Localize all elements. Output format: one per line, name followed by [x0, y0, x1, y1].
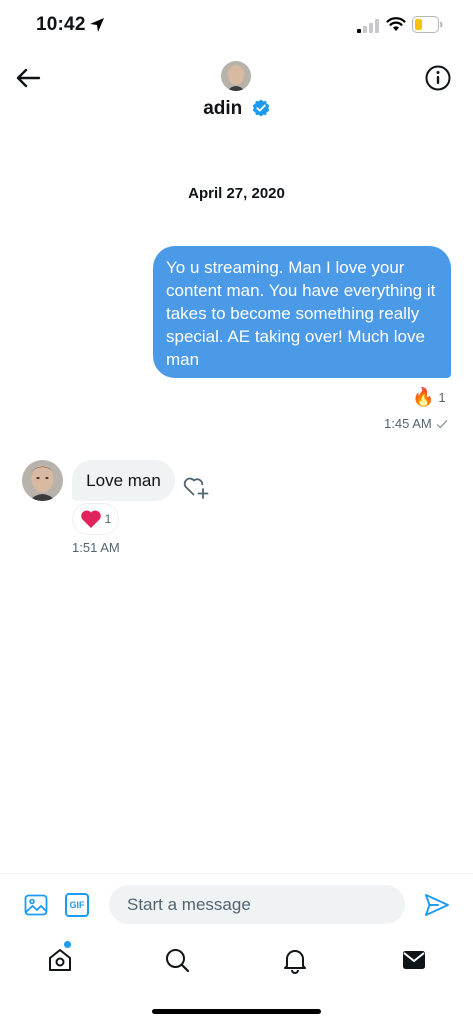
conversation-date: April 27, 2020: [188, 185, 285, 202]
timestamp-text: 1:45 AM: [384, 416, 432, 431]
message-timestamp: 1:45 AM: [384, 416, 448, 431]
contact-name: adin: [203, 98, 243, 119]
heart-reaction-icon: [80, 510, 101, 528]
status-time: 10:42: [36, 14, 86, 35]
header-avatar[interactable]: [221, 61, 251, 91]
cellular-signal-icon: [357, 19, 379, 33]
outgoing-message-bubble[interactable]: Yo u streaming. Man I love your content …: [153, 246, 451, 378]
back-arrow-icon[interactable]: [14, 64, 42, 92]
bell-icon[interactable]: [281, 946, 309, 974]
message-input[interactable]: [109, 885, 405, 924]
sender-avatar[interactable]: [22, 460, 63, 501]
message-timestamp: 1:51 AM: [72, 540, 120, 555]
battery-icon: [412, 16, 443, 33]
message-reaction[interactable]: 🔥 1: [412, 384, 446, 410]
status-bar: 10:42: [0, 0, 473, 52]
gif-button[interactable]: GIF: [65, 893, 89, 917]
verified-badge-icon: [252, 99, 270, 116]
sent-check-icon: [436, 419, 448, 428]
notification-dot: [64, 941, 71, 948]
conversation-header: adin: [0, 52, 473, 136]
header-title: adin: [0, 98, 473, 120]
info-icon[interactable]: [424, 64, 452, 92]
home-indicator: [152, 1009, 321, 1014]
image-icon[interactable]: [24, 893, 48, 917]
home-icon[interactable]: [46, 946, 74, 974]
fire-emoji-icon: 🔥: [412, 387, 435, 407]
send-icon[interactable]: [424, 893, 450, 917]
reaction-count: 1: [438, 389, 446, 405]
incoming-message-bubble[interactable]: Love man: [72, 460, 175, 501]
mail-icon[interactable]: [400, 946, 428, 974]
search-icon[interactable]: [163, 946, 191, 974]
reaction-count: 1: [104, 512, 112, 526]
location-arrow-icon: [90, 18, 104, 32]
message-reaction[interactable]: 1: [73, 504, 118, 534]
message-composer: GIF: [0, 873, 473, 935]
bottom-tab-bar: [0, 935, 473, 985]
wifi-icon: [386, 17, 406, 31]
add-reaction-heart-icon[interactable]: [182, 474, 210, 500]
